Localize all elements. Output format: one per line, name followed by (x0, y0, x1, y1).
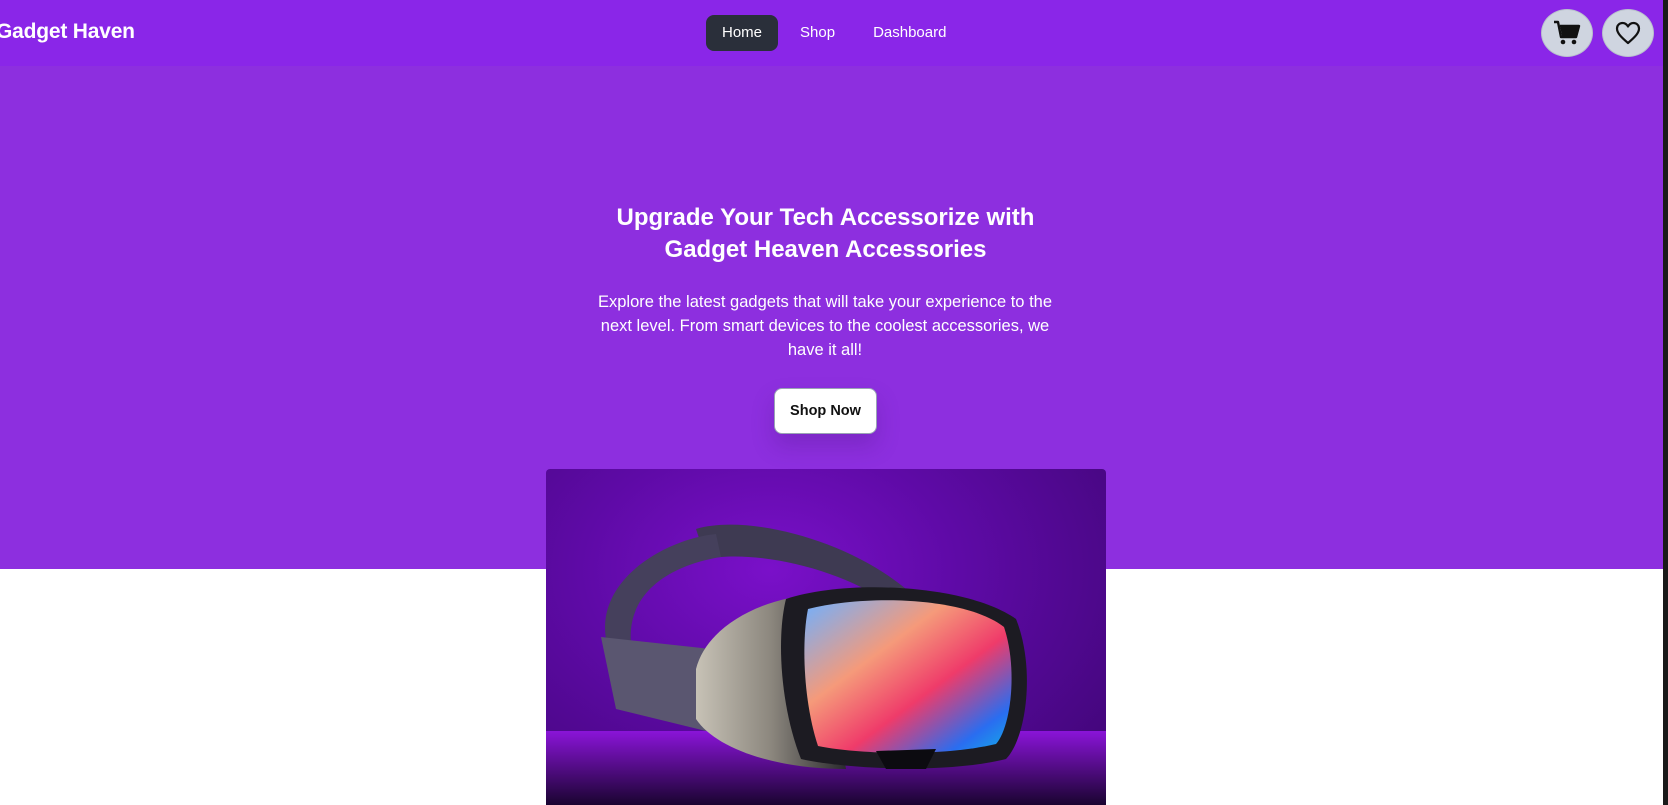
brand-logo[interactable]: Gadget Haven (0, 20, 135, 44)
heart-icon (1615, 21, 1641, 45)
nav-links: Home Shop Dashboard (706, 15, 962, 51)
hero-title-line-1: Upgrade Your Tech Accessorize with (616, 204, 1035, 231)
cart-button[interactable] (1541, 9, 1593, 57)
cart-icon (1554, 20, 1581, 45)
vr-headset-illustration (546, 524, 1106, 805)
nav-link-shop[interactable]: Shop (784, 15, 851, 51)
hero-subtitle: Explore the latest gadgets that will tak… (597, 293, 1053, 359)
navbar: Gadget Haven Home Shop Dashboard (0, 0, 1663, 66)
wishlist-button[interactable] (1602, 9, 1654, 57)
nav-link-dashboard[interactable]: Dashboard (857, 15, 962, 51)
window-edge (1663, 0, 1668, 805)
nav-link-home[interactable]: Home (706, 15, 779, 51)
hero-title: Upgrade Your Tech Accessorize with Gadge… (500, 202, 1151, 266)
hero-banner-image (546, 469, 1106, 805)
hero-title-line-2: Gadget Heaven Accessories (664, 236, 987, 263)
shop-now-button[interactable]: Shop Now (774, 388, 877, 434)
